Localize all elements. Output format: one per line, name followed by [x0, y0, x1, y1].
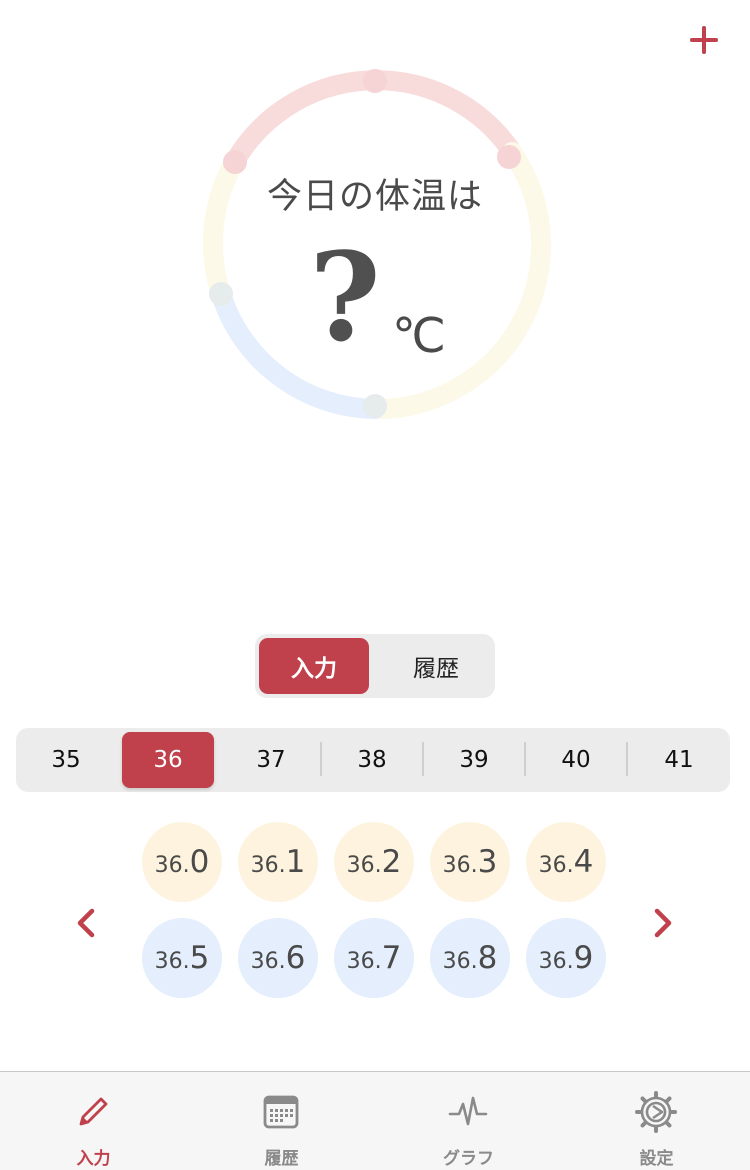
integer-option-35[interactable]: 35	[20, 732, 112, 788]
mode-toggle: 入力 履歴	[255, 634, 495, 698]
decimal-option-36-8[interactable]: 36. 8	[430, 918, 510, 998]
add-button[interactable]	[684, 20, 724, 60]
divider	[524, 742, 526, 776]
gauge-dot-lower-left	[209, 282, 233, 306]
gear-icon	[635, 1091, 677, 1133]
decimal-option-36-6[interactable]: 36. 6	[238, 918, 318, 998]
mode-toggle-history[interactable]: 履歴	[381, 638, 491, 694]
decimal-frac-part: 5	[189, 940, 210, 976]
decimal-int-part: 36.	[346, 949, 382, 974]
gauge-arc-hot	[222, 70, 523, 175]
decimal-int-part: 36.	[154, 949, 190, 974]
decimal-int-part: 36.	[346, 853, 382, 878]
gauge-dot-upper-right	[497, 145, 521, 169]
gauge-title: 今日の体温は	[266, 177, 483, 217]
decimal-frac-part: 3	[477, 844, 498, 880]
decimal-frac-part: 2	[381, 844, 402, 880]
tab-label: 履歴	[264, 1149, 299, 1169]
tab-label: 入力	[76, 1149, 111, 1169]
decimal-int-part: 36.	[250, 853, 286, 878]
tab-graph[interactable]: グラフ	[375, 1072, 562, 1170]
gauge-dot-top	[363, 69, 387, 93]
temperature-value: ?	[309, 225, 381, 369]
decimal-frac-part: 6	[285, 940, 306, 976]
mode-toggle-input[interactable]: 入力	[259, 638, 369, 694]
decimal-int-part: 36.	[154, 853, 190, 878]
decimal-option-36-9[interactable]: 36. 9	[526, 918, 606, 998]
gauge-dot-bottom	[363, 394, 387, 418]
app-screen: 今日の体温は ? ℃ 入力 履歴 35 36 37 38 39 40 41 36…	[0, 0, 750, 1170]
decimal-int-part: 36.	[538, 949, 574, 974]
integer-option-39[interactable]: 39	[428, 732, 520, 788]
integer-option-38[interactable]: 38	[326, 732, 418, 788]
integer-option-40[interactable]: 40	[530, 732, 622, 788]
decimal-frac-part: 0	[189, 844, 210, 880]
decimal-frac-part: 7	[381, 940, 402, 976]
pencil-icon	[79, 1097, 108, 1126]
decimal-option-36-4[interactable]: 36. 4	[526, 822, 606, 902]
decimal-option-36-7[interactable]: 36. 7	[334, 918, 414, 998]
integer-selector: 35 36 37 38 39 40 41	[16, 728, 730, 792]
decimal-int-part: 36.	[442, 949, 478, 974]
decimal-frac-part: 9	[573, 940, 594, 976]
tab-bar: 入力 履歴 グラフ 設定	[0, 1071, 750, 1170]
integer-option-37[interactable]: 37	[225, 732, 317, 788]
divider	[320, 742, 322, 776]
decimal-option-36-5[interactable]: 36. 5	[142, 918, 222, 998]
decimal-picker: 36. 0 36. 1 36. 2 36. 3 36. 4 36. 5 36. 6 36. 7 …	[142, 822, 612, 1000]
integer-option-41[interactable]: 41	[633, 732, 725, 788]
integer-option-36[interactable]: 36	[122, 732, 214, 788]
decimal-frac-part: 8	[477, 940, 498, 976]
decimal-frac-part: 4	[573, 844, 594, 880]
decimal-int-part: 36.	[442, 853, 478, 878]
decimal-option-36-3[interactable]: 36. 3	[430, 822, 510, 902]
divider	[626, 742, 628, 776]
temperature-unit: ℃	[392, 308, 446, 364]
tab-settings[interactable]: 設定	[563, 1072, 750, 1170]
tab-label: グラフ	[443, 1149, 494, 1169]
decimal-option-36-2[interactable]: 36. 2	[334, 822, 414, 902]
pulse-icon	[448, 1096, 488, 1126]
decimal-int-part: 36.	[250, 949, 286, 974]
decimal-int-part: 36.	[538, 853, 574, 878]
divider	[422, 742, 424, 776]
decimal-option-36-0[interactable]: 36. 0	[142, 822, 222, 902]
chevron-right-icon[interactable]	[643, 903, 683, 943]
chevron-left-icon[interactable]	[66, 903, 106, 943]
decimal-frac-part: 1	[285, 844, 306, 880]
tab-history[interactable]: 履歴	[188, 1072, 375, 1170]
calendar-icon	[263, 1095, 299, 1129]
decimal-option-36-1[interactable]: 36. 1	[238, 822, 318, 902]
tab-input[interactable]: 入力	[0, 1072, 187, 1170]
tab-label: 設定	[639, 1149, 674, 1169]
